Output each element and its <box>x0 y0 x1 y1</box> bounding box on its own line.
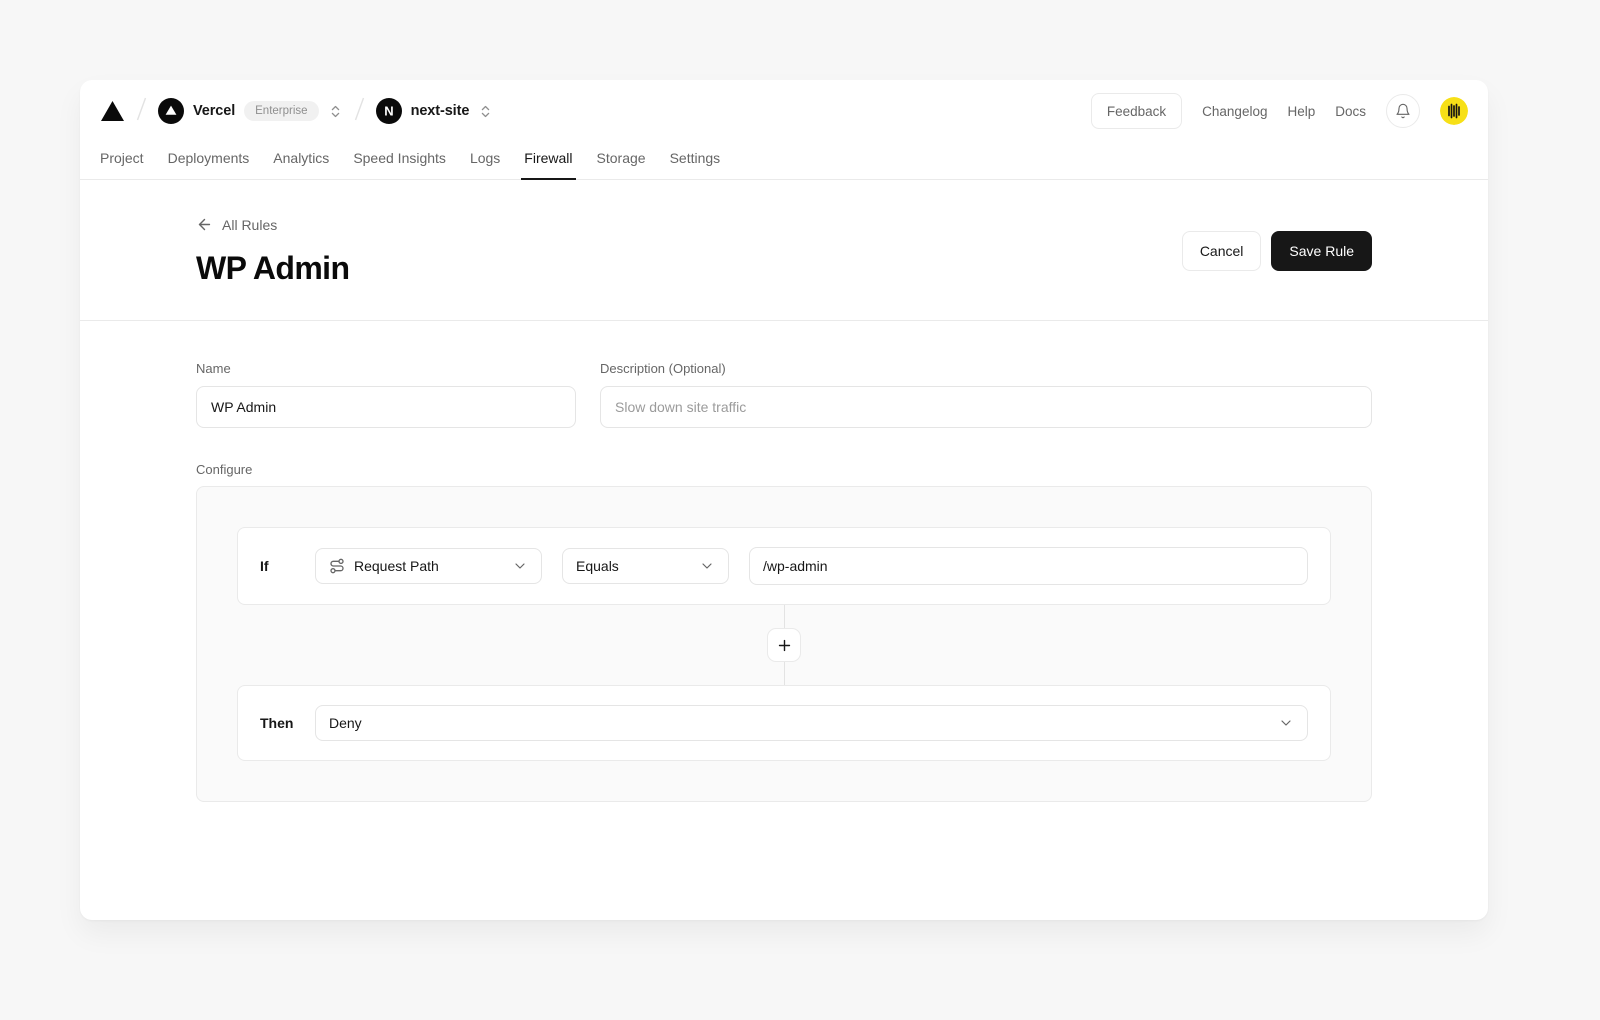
tab-project[interactable]: Project <box>88 136 156 179</box>
then-action-card: Then Deny <box>237 685 1331 761</box>
back-to-all-rules-link[interactable]: All Rules <box>196 216 277 233</box>
description-input[interactable] <box>600 386 1372 428</box>
user-avatar[interactable] <box>1440 97 1468 125</box>
save-rule-button[interactable]: Save Rule <box>1271 231 1372 271</box>
name-label: Name <box>196 361 576 376</box>
tab-logs[interactable]: Logs <box>458 136 512 179</box>
if-label: If <box>260 558 315 574</box>
topbar-actions: Feedback Changelog Help Docs <box>1091 93 1468 129</box>
docs-link[interactable]: Docs <box>1335 104 1366 119</box>
slash-icon <box>353 95 366 128</box>
plan-badge: Enterprise <box>244 101 318 121</box>
chevrons-updown-icon[interactable] <box>478 104 493 119</box>
org-avatar-icon <box>158 98 184 124</box>
name-field-group: Name <box>196 361 576 428</box>
dashboard-window: Vercel Enterprise N next-site Feedbac <box>80 80 1488 920</box>
vercel-logo-icon[interactable] <box>100 100 125 122</box>
condition-operator-select[interactable]: Equals <box>562 548 729 584</box>
tab-settings[interactable]: Settings <box>658 136 733 179</box>
condition-field-select[interactable]: Request Path <box>315 548 542 584</box>
condition-connector <box>237 605 1331 685</box>
back-link-label: All Rules <box>222 217 277 233</box>
breadcrumb: Vercel Enterprise N next-site <box>100 95 493 128</box>
tab-analytics[interactable]: Analytics <box>261 136 341 179</box>
if-condition-card: If Request Path Equals <box>237 527 1331 605</box>
tab-speed-insights[interactable]: Speed Insights <box>341 136 458 179</box>
action-select[interactable]: Deny <box>315 705 1308 741</box>
description-field-group: Description (Optional) <box>600 361 1372 428</box>
project-switcher[interactable]: N next-site <box>376 98 494 124</box>
chevron-down-icon <box>699 558 715 574</box>
tab-deployments[interactable]: Deployments <box>156 136 262 179</box>
tab-firewall[interactable]: Firewall <box>512 136 584 179</box>
bell-icon <box>1395 103 1411 119</box>
then-label: Then <box>260 715 315 731</box>
name-input[interactable] <box>196 386 576 428</box>
org-name: Vercel <box>193 103 235 119</box>
project-name: next-site <box>411 103 470 119</box>
add-condition-button[interactable] <box>767 628 801 662</box>
chevron-down-icon <box>1278 715 1294 731</box>
tab-storage[interactable]: Storage <box>585 136 658 179</box>
chevrons-updown-icon[interactable] <box>328 104 343 119</box>
rule-header-left: All Rules WP Admin <box>196 216 349 320</box>
rule-header-actions: Cancel Save Rule <box>1182 231 1372 320</box>
svg-text:N: N <box>384 104 393 119</box>
page-title: WP Admin <box>196 248 349 288</box>
condition-field-value: Request Path <box>354 558 439 574</box>
slash-icon <box>135 95 148 128</box>
configure-box: If Request Path Equals <box>196 486 1372 802</box>
project-avatar-icon: N <box>376 98 402 124</box>
cancel-button[interactable]: Cancel <box>1182 231 1262 271</box>
arrow-left-icon <box>196 216 213 233</box>
rule-form: Name Description (Optional) Configure If… <box>80 321 1488 802</box>
chevron-down-icon <box>512 558 528 574</box>
condition-value-input[interactable] <box>749 547 1308 585</box>
team-switcher[interactable]: Vercel Enterprise <box>158 98 343 124</box>
configure-label: Configure <box>196 462 1372 477</box>
feedback-button[interactable]: Feedback <box>1091 93 1182 129</box>
rule-header: All Rules WP Admin Cancel Save Rule <box>80 180 1488 321</box>
plus-icon <box>776 637 793 654</box>
description-label: Description (Optional) <box>600 361 1372 376</box>
condition-operator-value: Equals <box>576 558 619 574</box>
route-icon <box>329 558 345 574</box>
topbar: Vercel Enterprise N next-site Feedbac <box>80 80 1488 136</box>
help-link[interactable]: Help <box>1287 104 1315 119</box>
project-nav-tabs: Project Deployments Analytics Speed Insi… <box>80 136 1488 180</box>
action-value: Deny <box>329 715 362 731</box>
notifications-button[interactable] <box>1386 94 1420 128</box>
name-description-row: Name Description (Optional) <box>196 361 1372 428</box>
changelog-link[interactable]: Changelog <box>1202 104 1267 119</box>
